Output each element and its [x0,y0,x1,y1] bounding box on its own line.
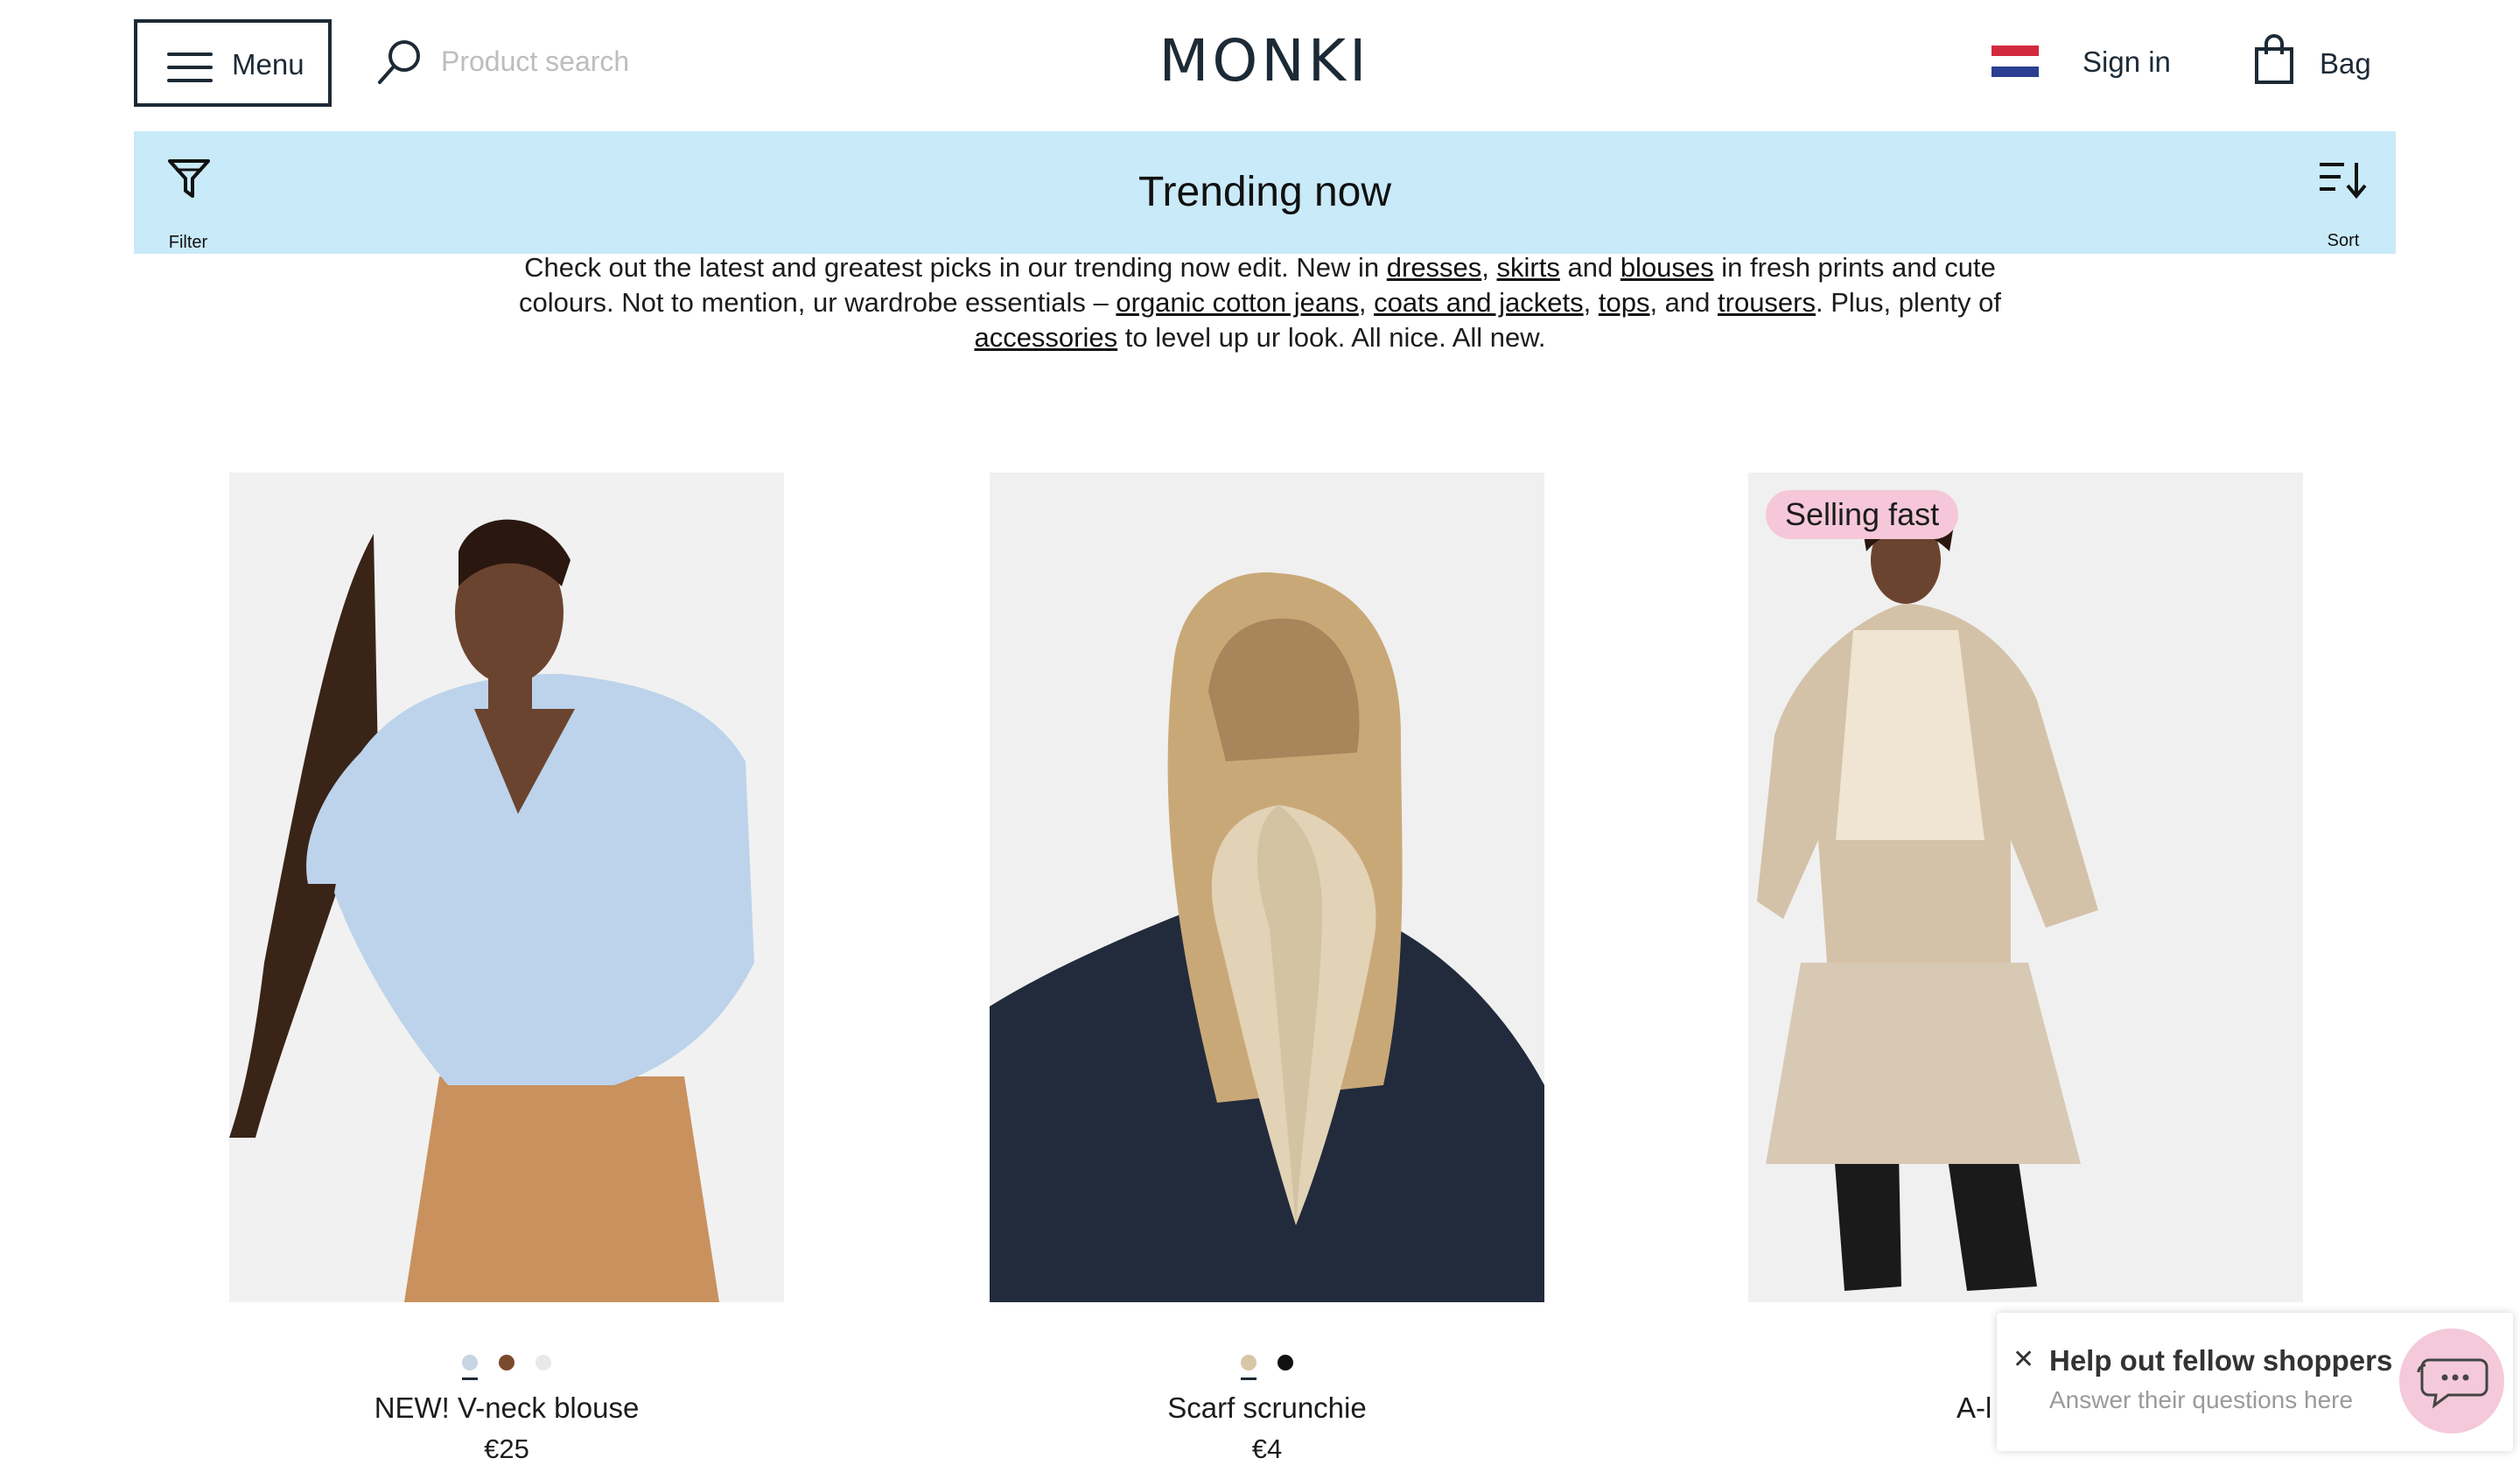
chat-bubble-icon [2417,1358,2488,1409]
product-name[interactable]: Scarf scrunchie [990,1391,1544,1425]
bag-label: Bag [2320,47,2371,80]
intro-text: , [1583,287,1599,318]
color-swatch[interactable] [462,1355,478,1380]
product-price: €4 [1251,1433,1283,1464]
country-flag-icon[interactable] [1992,46,2039,77]
search-input[interactable] [439,40,740,82]
sign-in-link[interactable]: Sign in [2082,46,2171,79]
color-swatch[interactable] [1278,1355,1293,1370]
intro-text: , [1481,252,1497,283]
page-title: Trending now [1138,169,1392,215]
filter-label: Filter [168,233,208,252]
intro-text: Check out the latest and greatest picks … [524,252,1387,283]
link-skirts[interactable]: skirts [1497,252,1560,283]
link-dresses[interactable]: dresses [1387,252,1482,283]
intro-text: . Plus, plenty of [1816,287,2001,318]
link-trousers[interactable]: trousers [1718,287,1816,318]
product-image-scrunchie[interactable] [990,473,1544,1302]
sort-label: Sort [2327,231,2360,250]
help-widget-title[interactable]: Help out fellow shoppers [2049,1344,2392,1377]
category-banner: Filter Trending now Sort [134,131,2396,254]
search-icon [378,40,420,84]
selling-fast-badge: Selling fast [1766,490,1959,539]
category-description: Check out the latest and greatest picks … [490,250,2030,355]
shopping-bag-icon [2255,34,2293,84]
intro-text: and [1559,252,1620,283]
link-organic-cotton-jeans[interactable]: organic cotton jeans [1116,287,1358,318]
bag-button[interactable]: Bag [2254,33,2376,89]
site-header: Menu MONKI Sign in Bag [0,0,2520,131]
product-image-skirt-set[interactable]: Selling fast [1748,473,2303,1302]
menu-label: Menu [232,48,304,81]
chat-bubble-button[interactable] [2399,1328,2504,1433]
product-name[interactable]: A-l [1956,1391,1992,1425]
color-swatch[interactable] [536,1355,551,1370]
intro-text: , [1358,287,1375,318]
sort-button[interactable]: Sort [2313,158,2374,250]
hamburger-icon [167,53,213,82]
color-swatch[interactable] [499,1355,514,1370]
intro-text: to level up ur look. All nice. All new. [1117,322,1546,353]
product-image-blouse[interactable] [229,473,784,1302]
close-icon[interactable]: ✕ [2012,1344,2034,1375]
color-swatch[interactable] [1241,1355,1256,1380]
color-swatches [990,1355,1544,1381]
intro-text: , and [1649,287,1718,318]
color-swatches [229,1355,784,1381]
sort-icon [2320,163,2367,200]
product-name[interactable]: NEW! V-neck blouse [229,1391,784,1425]
help-shoppers-widget[interactable]: ✕ Help out fellow shoppers Answer their … [1997,1313,2513,1451]
monki-logo[interactable]: MONKI [1138,26,1391,96]
link-coats-and-jackets[interactable]: coats and jackets [1374,287,1584,318]
product-price: €25 [484,1433,529,1464]
link-accessories[interactable]: accessories [974,322,1117,353]
link-blouses[interactable]: blouses [1620,252,1714,283]
help-widget-subtitle[interactable]: Answer their questions here [2049,1386,2353,1414]
menu-button[interactable]: Menu [134,19,332,107]
product-search[interactable] [376,35,744,88]
link-tops[interactable]: tops [1599,287,1650,318]
